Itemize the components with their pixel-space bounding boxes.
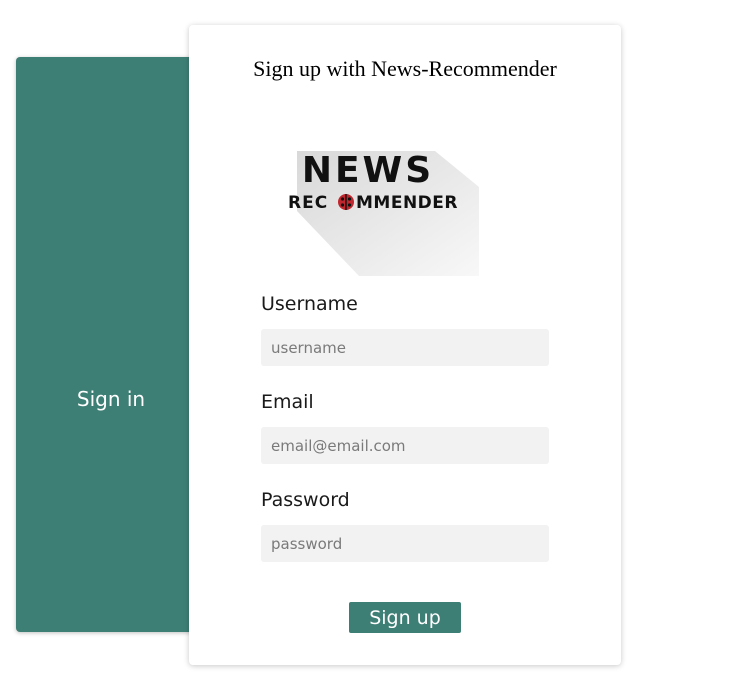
logo-line-mmender: MMENDER: [356, 193, 458, 213]
username-label: Username: [261, 293, 358, 315]
email-label: Email: [261, 391, 314, 413]
sign-up-button[interactable]: Sign up: [349, 602, 461, 633]
sign-in-link[interactable]: Sign in: [16, 387, 206, 411]
logo-line-news: NEWS: [302, 150, 434, 191]
password-input[interactable]: [261, 525, 549, 562]
page-title: Sign up with News-Recommender: [253, 56, 557, 81]
signup-card: Sign up with News-Recommender NEWS REC M…: [189, 25, 621, 665]
email-input[interactable]: [261, 427, 549, 464]
sign-in-panel: Sign in: [16, 57, 201, 632]
ladybug-icon: [338, 194, 354, 210]
news-recommender-logo: NEWS REC MMENDER: [288, 150, 479, 276]
username-input[interactable]: [261, 329, 549, 366]
logo-line-rec: REC: [288, 193, 328, 213]
password-label: Password: [261, 489, 350, 511]
